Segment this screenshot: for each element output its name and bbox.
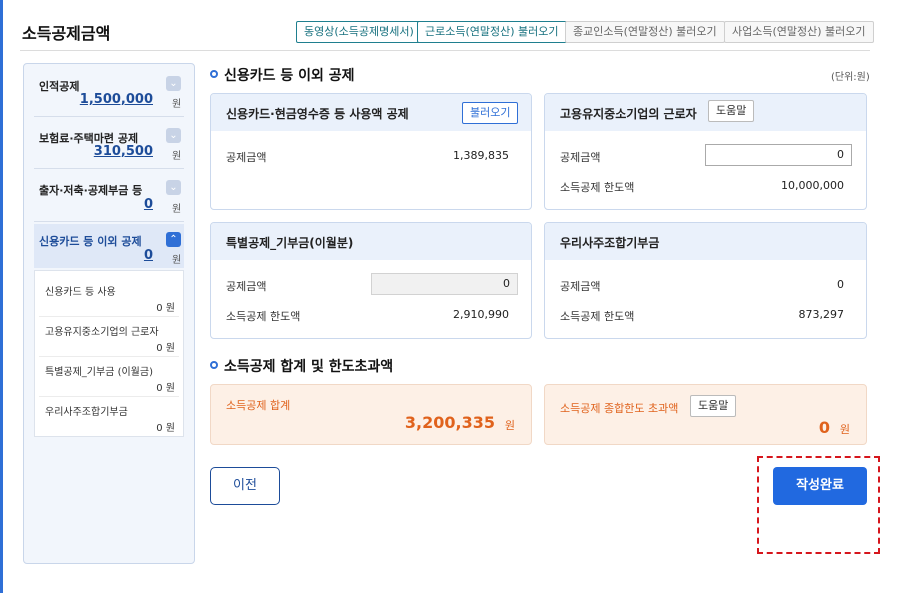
sidebar-item-unit: 원 — [172, 151, 182, 162]
card-donation: 특별공제_기부금(이월분) 공제금액 0 소득공제 한도액 2,910,990 — [210, 222, 532, 339]
amount-input[interactable]: 0 — [705, 144, 852, 166]
sub-item-value-esop: 0 원 — [156, 423, 175, 434]
sidebar: 인적공제 ⌄ 1,500,000 원 보험료·주택마련 공제 ⌄ 310,500… — [23, 63, 195, 564]
sidebar-item-value[interactable]: 1,500,000 — [80, 92, 153, 107]
prev-button[interactable]: 이전 — [210, 467, 280, 505]
load-button[interactable]: 불러오기 — [462, 102, 519, 124]
excess-label: 소득공제 종합한도 초과액 — [560, 402, 679, 415]
total-label: 소득공제 합계 — [226, 399, 291, 412]
sidebar-divider — [34, 168, 184, 169]
limit-value: 10,000,000 — [781, 179, 844, 192]
sub-item-label-smb-worker[interactable]: 고용유지중소기업의 근로자 — [45, 323, 159, 338]
highlight-annotation — [757, 456, 880, 554]
amount-value: 0 — [837, 278, 844, 291]
sub-item-value-smb-worker: 0 원 — [156, 343, 175, 354]
limit-label: 소득공제 한도액 — [226, 310, 301, 323]
card-credit-card: 신용카드·현금영수증 등 사용액 공제 불러오기 공제금액 1,389,835 — [210, 93, 532, 210]
sidebar-item-unit: 원 — [172, 255, 182, 266]
sidebar-item-unit: 원 — [172, 204, 182, 215]
amount-input-disabled: 0 — [371, 273, 518, 295]
sub-item-label-donation[interactable]: 특별공제_기부금 (이월금) — [45, 363, 153, 378]
amount-label: 공제금액 — [226, 151, 267, 164]
sidebar-item-value[interactable]: 310,500 — [94, 144, 153, 159]
chevron-down-icon[interactable]: ⌄ — [166, 76, 181, 91]
sub-item-value-donation: 0 원 — [156, 383, 175, 394]
sub-item-label-credit-card[interactable]: 신용카드 등 사용 — [45, 283, 116, 298]
card-title: 고용유지중소기업의 근로자 — [560, 107, 697, 121]
header-divider — [20, 50, 870, 51]
sidebar-item-unit: 원 — [172, 99, 182, 110]
sub-item-label-esop[interactable]: 우리사주조합기부금 — [45, 403, 128, 418]
unit-note: (단위:원) — [831, 72, 870, 83]
amount-label: 공제금액 — [560, 151, 601, 164]
summary-excess-card: 소득공제 종합한도 초과액 도움말 0 원 — [544, 384, 867, 445]
page-title: 소득공제금액 — [22, 24, 111, 43]
section-bullet-icon — [210, 70, 218, 78]
video-guide-button[interactable]: 동영상(소득공제명세서) — [296, 21, 422, 43]
summary-total-card: 소득공제 합계 3,200,335 원 — [210, 384, 532, 445]
section-title-summary: 소득공제 합계 및 한도초과액 — [224, 359, 394, 375]
total-unit: 원 — [504, 419, 515, 432]
section-title-other-deductions: 신용카드 등 이외 공제 — [224, 68, 355, 84]
section-bullet-icon — [210, 361, 218, 369]
left-accent-bar — [0, 0, 3, 593]
sidebar-item-label: 출자·저축·공제부금 등 — [39, 184, 143, 197]
sidebar-item-value[interactable]: 0 — [144, 197, 153, 212]
sidebar-item-value[interactable]: 0 — [144, 248, 153, 263]
amount-label: 공제금액 — [560, 280, 601, 293]
sub-divider — [39, 356, 179, 357]
sub-item-value-credit-card: 0 원 — [156, 303, 175, 314]
total-value: 3,200,335 — [404, 413, 495, 432]
limit-label: 소득공제 한도액 — [560, 181, 635, 194]
chevron-up-icon[interactable]: ⌃ — [166, 232, 181, 247]
limit-value: 873,297 — [798, 308, 845, 321]
sidebar-item-label: 신용카드 등 이외 공제 — [39, 235, 142, 248]
card-esop-donation: 우리사주조합기부금 공제금액 0 소득공제 한도액 873,297 — [544, 222, 867, 339]
card-title: 우리사주조합기부금 — [560, 236, 660, 250]
sidebar-divider — [34, 221, 184, 222]
card-title: 특별공제_기부금(이월분) — [226, 236, 354, 250]
amount-value: 1,389,835 — [453, 149, 509, 162]
sidebar-sub-list: 신용카드 등 사용 0 원 고용유지중소기업의 근로자 0 원 특별공제_기부금… — [34, 270, 184, 437]
chevron-down-icon[interactable]: ⌄ — [166, 128, 181, 143]
excess-value: 0 — [818, 418, 830, 437]
help-button[interactable]: 도움말 — [708, 100, 755, 122]
sidebar-divider — [34, 116, 184, 117]
limit-value: 2,910,990 — [453, 308, 509, 321]
sub-divider — [39, 396, 179, 397]
excess-unit: 원 — [839, 423, 850, 436]
help-button[interactable]: 도움말 — [690, 395, 737, 417]
load-earned-income-button[interactable]: 근로소득(연말정산) 불러오기 — [417, 21, 567, 43]
sub-divider — [39, 316, 179, 317]
load-business-income-button[interactable]: 사업소득(연말정산) 불러오기 — [724, 21, 874, 43]
sidebar-item-label: 인적공제 — [39, 80, 80, 93]
card-title: 신용카드·현금영수증 등 사용액 공제 — [226, 107, 409, 121]
card-smb-worker: 고용유지중소기업의 근로자 도움말 공제금액 0 소득공제 한도액 10,000… — [544, 93, 867, 210]
chevron-down-icon[interactable]: ⌄ — [166, 180, 181, 195]
load-religious-income-button[interactable]: 종교인소득(연말정산) 불러오기 — [565, 21, 725, 43]
amount-label: 공제금액 — [226, 280, 267, 293]
limit-label: 소득공제 한도액 — [560, 310, 635, 323]
